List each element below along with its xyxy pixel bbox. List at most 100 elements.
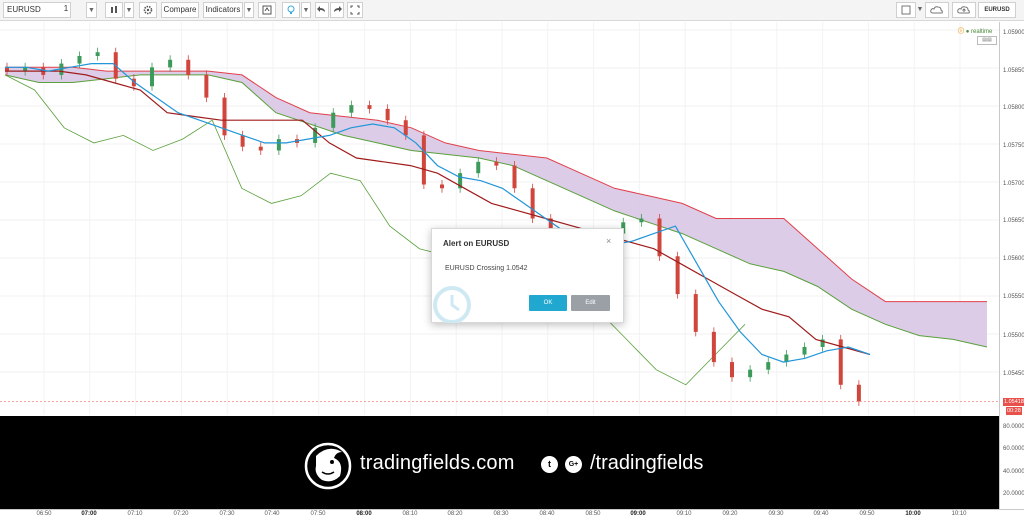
candle-body <box>494 161 499 166</box>
candle-body <box>258 146 263 151</box>
edit-label: Edit <box>585 300 596 306</box>
redo-button[interactable] <box>330 2 344 18</box>
chevron-down-icon: ▼ <box>245 7 253 14</box>
top-toolbar: EURUSD 1 ▼ ▼ Compare Indicators ▼ ▼ ▼ EU <box>0 0 1024 21</box>
indicators-button[interactable]: Indicators <box>203 2 243 18</box>
indicators-dropdown[interactable]: ▼ <box>244 2 254 18</box>
layout-dropdown[interactable]: ▼ <box>916 2 924 18</box>
time-axis-label: 07:40 <box>264 511 280 517</box>
candle-body <box>766 362 771 370</box>
chart-style-button[interactable] <box>105 2 123 18</box>
close-icon[interactable]: × <box>606 236 611 246</box>
warning-icon: ⓘ <box>958 29 965 35</box>
candle-body <box>856 384 861 402</box>
time-axis-label: 09:20 <box>722 511 738 517</box>
time-axis-label: 07:20 <box>173 511 189 517</box>
interval-select[interactable]: 1 <box>60 2 72 18</box>
gear-icon <box>143 5 153 15</box>
realtime-label: realtime <box>970 29 993 35</box>
layout-button[interactable] <box>896 2 916 18</box>
alarm-clock-icon <box>433 286 471 323</box>
cloud-download-icon <box>930 6 943 14</box>
candles-icon <box>111 6 117 13</box>
current-price-tag: 1.05418 <box>1003 398 1024 406</box>
price-axis-label: 1.05650 <box>1003 218 1024 224</box>
candle-body <box>240 135 245 147</box>
indicators-label: Indicators <box>205 5 241 14</box>
candle-body <box>349 105 354 113</box>
dialog-title: Alert on EURUSD <box>443 239 510 248</box>
bar-countdown-value: 00:28 <box>1007 408 1021 414</box>
price-axis-label: 1.05900 <box>1003 30 1024 36</box>
undo-icon <box>317 6 325 12</box>
chart-options-icons[interactable]: ▤▤ <box>977 36 997 45</box>
indicator-axis-label: 40.0000 <box>1003 469 1024 475</box>
cloud-load-button[interactable] <box>925 2 949 18</box>
price-chart[interactable] <box>0 22 1024 415</box>
candle-body <box>385 108 390 121</box>
chevron-down-icon: ▼ <box>125 7 133 14</box>
candle-body <box>693 294 698 332</box>
candle-body <box>748 369 753 378</box>
time-axis-label: 08:20 <box>447 511 463 517</box>
candle-body <box>204 74 209 98</box>
candle-body <box>77 56 82 64</box>
time-axis-label: 09:30 <box>768 511 784 517</box>
compare-button[interactable]: Compare <box>161 2 199 18</box>
time-axis-label: 07:00 <box>81 511 97 517</box>
price-axis-label: 1.05500 <box>1003 333 1024 339</box>
time-axis-label: 08:50 <box>585 511 601 517</box>
time-axis-label: 09:10 <box>676 511 692 517</box>
candle-body <box>802 346 807 355</box>
candle-body <box>711 331 716 363</box>
alert-dialog: Alert on EURUSD × EURUSD Crossing 1.0542… <box>431 228 624 323</box>
candle-body <box>440 184 444 189</box>
candle-body <box>150 67 154 87</box>
alert-button[interactable] <box>282 2 300 18</box>
candle-body <box>421 135 426 185</box>
cloud-upload-icon <box>957 6 970 14</box>
price-axis-label: 1.05600 <box>1003 256 1024 262</box>
bar-countdown-tag: 00:28 <box>1006 407 1022 415</box>
time-axis-label: 07:10 <box>127 511 143 517</box>
undo-button[interactable] <box>315 2 329 18</box>
candle-body <box>730 362 734 378</box>
candle-body <box>186 59 191 75</box>
chevron-down-icon: ▼ <box>916 6 924 13</box>
realtime-indicator: ⓘ ● realtime <box>958 26 992 35</box>
chevron-down-icon: ▼ <box>302 7 310 14</box>
alert-message: EURUSD Crossing 1.0542 <box>445 265 528 272</box>
symbol-badge[interactable]: EURUSD <box>978 2 1016 18</box>
time-axis-label: 10:00 <box>905 511 921 517</box>
ok-button[interactable]: OK <box>529 295 567 311</box>
candle-body <box>512 165 517 189</box>
price-axis-label: 1.05550 <box>1003 294 1024 300</box>
fullscreen-button[interactable] <box>347 2 363 18</box>
symbol-badge-label: EURUSD <box>984 7 1010 13</box>
candle-body <box>331 112 336 128</box>
time-axis-label: 10:10 <box>951 511 967 517</box>
templates-button[interactable] <box>258 2 276 18</box>
settings-button[interactable] <box>139 2 157 18</box>
chart-style-dropdown[interactable]: ▼ <box>124 2 134 18</box>
indicator-axis-label: 60.0000 <box>1003 446 1024 452</box>
time-axis-label: 07:30 <box>219 511 235 517</box>
alert-dropdown[interactable]: ▼ <box>301 2 311 18</box>
time-axis[interactable]: 06:50 07:00 07:10 07:20 07:30 07:40 07:50 08:00… <box>0 509 1024 519</box>
lightbulb-icon <box>287 5 295 14</box>
brand-banner: tradingfields.com t G+ /tradingfields <box>0 416 999 509</box>
interval-dropdown-button[interactable]: ▼ <box>86 2 97 18</box>
time-axis-label: 08:10 <box>402 511 418 517</box>
compare-label: Compare <box>163 5 197 14</box>
candle-body <box>367 105 372 109</box>
time-axis-label: 08:30 <box>493 511 509 517</box>
cloud-save-button[interactable] <box>952 2 976 18</box>
lion-logo-icon <box>304 442 352 490</box>
current-price-value: 1.05418 <box>1004 399 1024 405</box>
interval-label: 1 <box>63 4 69 13</box>
price-axis-label: 1.05750 <box>1003 143 1024 149</box>
edit-button[interactable]: Edit <box>571 295 610 311</box>
candle-body <box>168 59 173 68</box>
price-axis[interactable]: 1.05900 1.05850 1.05800 1.05750 1.05700 1.056… <box>999 22 1024 509</box>
symbol-label: EURUSD <box>7 5 41 14</box>
